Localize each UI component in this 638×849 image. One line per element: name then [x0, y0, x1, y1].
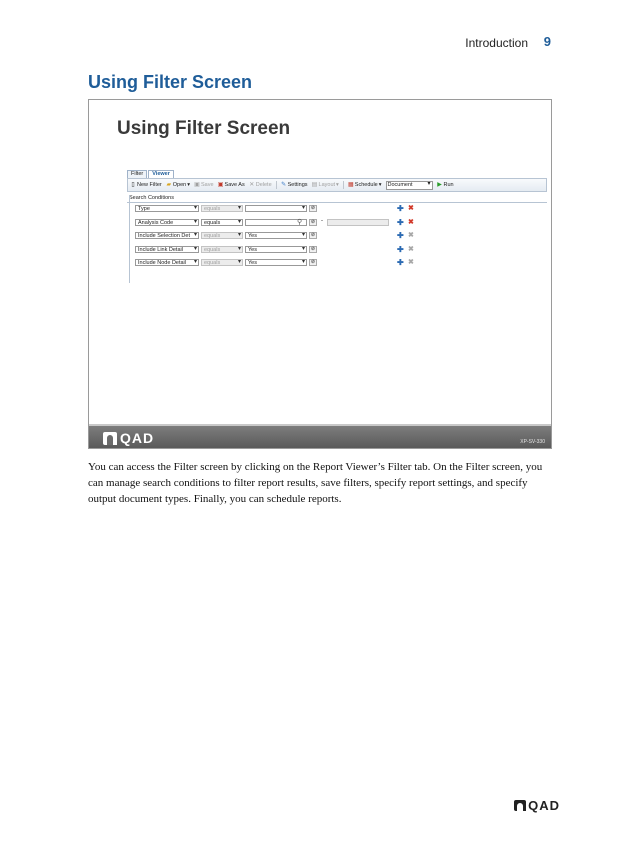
open-button[interactable]: ▰ Open ▾ [166, 182, 190, 188]
folder-icon: ▰ [166, 182, 172, 188]
play-icon: ▶ [437, 182, 442, 188]
remove-condition-icon[interactable]: ✖ [408, 231, 414, 239]
layout-label: Layout [318, 182, 336, 188]
page-heading: Using Filter Screen [88, 72, 253, 92]
condition-row: Include Selection Det equals Yes ⊘ ✚ ✖ [127, 230, 547, 244]
condition-row: Include Node Detail equals Yes ⊘ ✚ ✖ [127, 257, 547, 271]
delete-button[interactable]: ✕ Delete [249, 182, 272, 188]
slide-title: Using Filter Screen [117, 118, 291, 139]
tab-filter[interactable]: Filter [127, 170, 148, 178]
expression-button[interactable]: ⊘ [309, 205, 317, 212]
filter-screen: Filter Viewer ▯ New Filter ▰ Open ▾ ▣ Save ▣… [127, 170, 547, 283]
new-filter-label: New Filter [137, 182, 162, 188]
range-dash: - [321, 217, 323, 224]
layout-icon: ▤ [311, 182, 318, 188]
condition-value-select[interactable]: Yes [245, 245, 307, 253]
add-condition-icon[interactable]: ✚ [397, 218, 404, 227]
chevron-down-icon: ▾ [378, 182, 382, 188]
footer-qad-logo: QAD [514, 798, 560, 813]
range-to-input[interactable] [327, 218, 389, 226]
tab-viewer[interactable]: Viewer [148, 170, 174, 178]
chevron-down-icon: ▾ [336, 182, 339, 188]
new-filter-button[interactable]: ▯ New Filter [130, 182, 162, 188]
toolbar-divider [342, 181, 344, 189]
add-condition-icon[interactable]: ✚ [397, 258, 404, 267]
layout-button[interactable]: ▤ Layout ▾ [312, 182, 339, 188]
add-condition-icon[interactable]: ✚ [397, 231, 404, 240]
save-label: Save [201, 182, 214, 188]
condition-operator-select[interactable]: equals [201, 205, 243, 212]
page-number: 9 [543, 34, 551, 49]
condition-field-select[interactable]: Type [135, 205, 199, 212]
body-paragraph: You can access the Filter screen by clic… [88, 461, 543, 505]
condition-operator-select[interactable]: equals [201, 245, 243, 253]
floppy-icon: ▣ [194, 182, 200, 188]
slide-code: XP-SV-330 [520, 439, 545, 445]
save-button[interactable]: ▣ Save [194, 182, 214, 188]
condition-operator-select[interactable]: equals [201, 259, 243, 266]
tab-bar: Filter Viewer [127, 170, 547, 178]
run-button[interactable]: ▶ Run [437, 182, 454, 188]
screenshot-slide: Using Filter Screen Filter Viewer ▯ New F… [88, 99, 552, 449]
running-header-section: Introduction [465, 36, 528, 50]
qad-logo-icon [103, 431, 117, 445]
search-icon[interactable]: ⚲ [297, 218, 302, 226]
search-conditions-title: Search Conditions [127, 194, 547, 203]
output-type-select[interactable]: Document [385, 180, 433, 190]
slide-footer-bar: QAD XP-SV-330 [89, 424, 551, 448]
condition-field-select[interactable]: Include Link Detail [135, 245, 199, 253]
run-label: Run [443, 182, 454, 188]
condition-operator-select[interactable]: equals [201, 232, 243, 239]
condition-value-select[interactable]: Yes [245, 259, 307, 266]
panel-border [129, 195, 130, 283]
delete-label: Delete [255, 182, 272, 188]
expression-button[interactable]: ⊘ [309, 218, 317, 226]
expression-button[interactable]: ⊘ [309, 232, 317, 239]
condition-value-select[interactable]: Yes [245, 232, 307, 239]
new-document-icon: ▯ [131, 182, 135, 188]
condition-field-select[interactable]: Include Node Detail [135, 259, 199, 266]
qad-logo: QAD [103, 430, 154, 446]
expression-button[interactable]: ⊘ [309, 259, 317, 266]
condition-row: Analysis Code equals ⚲ ⊘ - ✚ ✖ [127, 217, 547, 231]
condition-value-select[interactable] [245, 205, 307, 212]
toolbar: ▯ New Filter ▰ Open ▾ ▣ Save ▣ Save As ✕ Delet… [127, 178, 547, 192]
condition-field-select[interactable]: Analysis Code [135, 218, 199, 226]
schedule-label: Schedule [354, 182, 378, 188]
condition-row: Include Link Detail equals Yes ⊘ ✚ ✖ [127, 244, 547, 258]
remove-condition-icon[interactable]: ✖ [408, 245, 414, 253]
settings-icon: ✎ [281, 182, 287, 188]
qad-logo-icon [514, 800, 527, 811]
remove-condition-icon[interactable]: ✖ [408, 204, 414, 212]
remove-condition-icon[interactable]: ✖ [408, 258, 414, 266]
save-as-label: Save As [224, 182, 245, 188]
condition-operator-select[interactable]: equals [201, 218, 243, 226]
delete-icon: ✕ [249, 182, 255, 188]
open-label: Open [172, 182, 187, 188]
settings-label: Settings [287, 182, 308, 188]
qad-logo-text: QAD [120, 430, 155, 446]
expression-button[interactable]: ⊘ [309, 245, 317, 253]
condition-row: Type equals ⊘ ✚ ✖ [127, 203, 547, 217]
remove-condition-icon[interactable]: ✖ [408, 218, 414, 226]
schedule-icon: ▦ [347, 182, 354, 188]
toolbar-divider [275, 181, 277, 189]
chevron-down-icon: ▾ [187, 182, 190, 188]
condition-field-select[interactable]: Include Selection Det [135, 232, 199, 239]
settings-button[interactable]: ✎ Settings [281, 182, 308, 188]
save-as-button[interactable]: ▣ Save As [218, 182, 245, 188]
footer-logo-text: QAD [528, 798, 560, 813]
add-condition-icon[interactable]: ✚ [397, 245, 404, 254]
add-condition-icon[interactable]: ✚ [397, 204, 404, 213]
schedule-button[interactable]: ▦ Schedule ▾ [348, 182, 382, 188]
save-as-icon: ▣ [217, 182, 224, 188]
